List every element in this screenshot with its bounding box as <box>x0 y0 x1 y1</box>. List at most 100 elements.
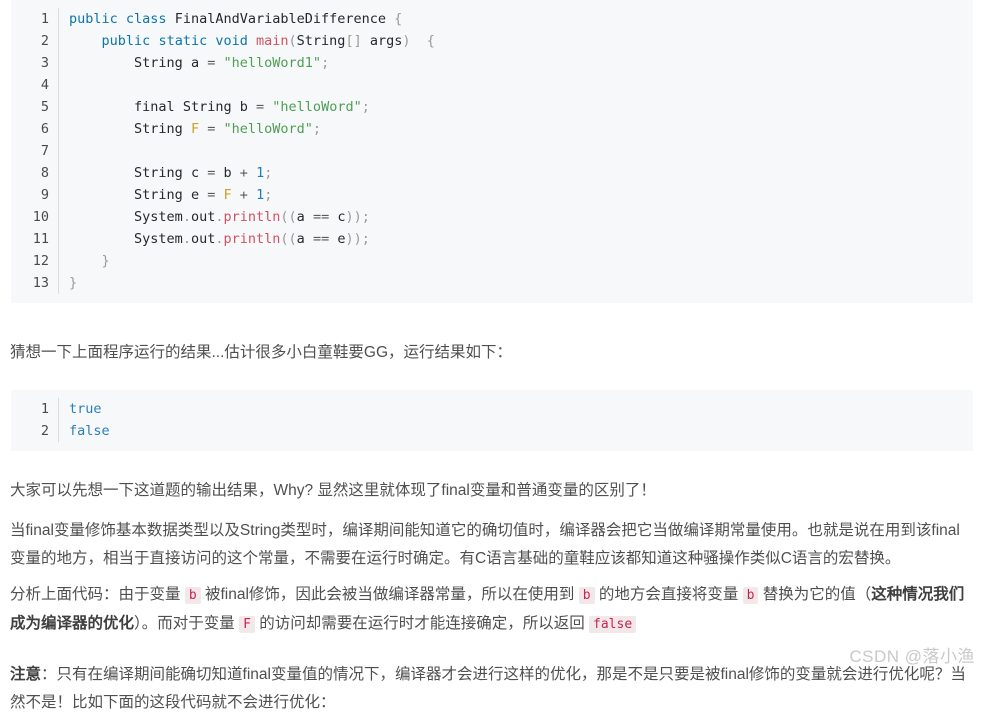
code-line-content: String F = "helloWord"; <box>58 118 973 140</box>
code-line-content: } <box>58 250 973 272</box>
inline-code-b: b <box>184 587 201 604</box>
line-number: 13 <box>32 275 49 291</box>
code-line-content: final String b = "helloWord"; <box>58 96 973 118</box>
token-punctuation: [] <box>345 33 362 49</box>
token-punctuation: )); <box>345 209 370 225</box>
code-line-row: 13 } <box>11 272 973 294</box>
line-number: 11 <box>32 231 49 247</box>
token-operator: = <box>207 121 216 137</box>
token-identifier: a <box>296 209 305 225</box>
line-number: 7 <box>40 143 49 159</box>
line-number: 5 <box>40 99 49 115</box>
line-number: 8 <box>40 165 49 181</box>
token-identifier: System <box>134 231 183 247</box>
token-operator: + <box>239 187 248 203</box>
token-operator: = <box>207 165 216 181</box>
token-class-name: FinalAndVariableDifference <box>174 11 387 27</box>
token-punctuation: ; <box>321 55 330 71</box>
token-identifier: e <box>190 187 200 203</box>
token-type: String <box>134 165 183 181</box>
token-function: println <box>223 231 281 247</box>
token-keyword: class <box>125 11 167 27</box>
token-type: String <box>134 187 183 203</box>
code-line-content: } <box>58 272 973 294</box>
code-line-row: 8 String c = b + 1; <box>11 162 973 184</box>
token-variable: F <box>223 187 232 203</box>
inline-code-false: false <box>589 616 637 633</box>
code-line-row: 2 public static void main(String[] args)… <box>11 30 973 52</box>
token-variable: F <box>190 121 200 137</box>
code-line-row: 7 <box>11 140 973 162</box>
token-punctuation: { <box>394 11 403 27</box>
token-string: "helloWord1" <box>223 55 322 71</box>
line-number: 3 <box>40 55 49 71</box>
token-punctuation: { <box>426 33 435 49</box>
article-page: 1 public class FinalAndVariableDifferenc… <box>0 0 989 711</box>
code-line-row: 2 false <box>11 420 973 442</box>
token-keyword: public <box>69 11 118 27</box>
code-line-row: 5 final String b = "helloWord"; <box>11 96 973 118</box>
note-text: ：只有在编译期间能确切知道final变量值的情况下，编译器才会进行这样的优化，那… <box>10 666 966 711</box>
paragraph-code-analysis: 分析上面代码：由于变量 b 被final修饰，因此会被当做编译器常量，所以在使用… <box>0 581 989 639</box>
token-punctuation: } <box>101 253 110 269</box>
paragraph-guess-result: 猜想一下上面程序运行的结果...估计很多小白童鞋要GG，运行结果如下： <box>10 344 513 361</box>
code-line-row: 10 System.out.println((a == c)); <box>11 206 973 228</box>
token-punctuation: (( <box>280 209 297 225</box>
analysis-segment: ）。而对于变量 <box>134 615 240 632</box>
token-identifier: out <box>190 231 216 247</box>
code-line-content: System.out.println((a == e)); <box>58 228 973 250</box>
code-line-content: String a = "helloWord1"; <box>58 52 973 74</box>
code-line-row: 9 String e = F + 1; <box>11 184 973 206</box>
code-line-content: public class FinalAndVariableDifference … <box>58 8 973 30</box>
token-type: String <box>296 33 346 49</box>
token-punctuation: . <box>182 209 191 225</box>
paragraph-think-output: 大家可以先想一下这道题的输出结果，Why? 显然这里就体现了final变量和普通… <box>10 482 656 499</box>
token-punctuation: ) <box>402 33 411 49</box>
paragraph-note: 注意：只有在编译期间能确切知道final变量值的情况下，编译器才会进行这样的优化… <box>0 661 989 717</box>
token-identifier: out <box>190 209 216 225</box>
token-type: String <box>134 55 183 71</box>
note-label: 注意 <box>10 666 42 683</box>
analysis-segment: 被final修饰，因此会被当做编译器常量，所以在使用到 <box>200 586 579 603</box>
token-operator: = <box>207 55 216 71</box>
token-identifier: System <box>134 209 183 225</box>
line-number: 4 <box>40 77 49 93</box>
token-punctuation: . <box>182 231 191 247</box>
code-line-row: 3 String a = "helloWord1"; <box>11 52 973 74</box>
line-number: 12 <box>32 253 49 269</box>
code-line-content: public static void main(String[] args) { <box>58 30 973 52</box>
line-number: 9 <box>40 187 49 203</box>
token-type: String <box>134 121 183 137</box>
token-type: String <box>182 99 232 115</box>
code-line-content <box>58 140 973 162</box>
line-number: 6 <box>40 121 49 137</box>
code-block-java[interactable]: 1 public class FinalAndVariableDifferenc… <box>11 0 973 303</box>
token-function: println <box>223 209 281 225</box>
token-number: 1 <box>256 165 265 181</box>
token-keyword: void <box>215 33 248 49</box>
token-punctuation: } <box>69 275 78 291</box>
token-operator: == <box>312 231 330 247</box>
line-number: 1 <box>40 11 49 27</box>
token-identifier: a <box>190 55 200 71</box>
analysis-segment: 的访问却需要在运行时才能连接确定，所以返回 <box>254 615 590 632</box>
token-punctuation: ( <box>288 33 297 49</box>
token-punctuation: ; <box>264 187 273 203</box>
token-punctuation: (( <box>280 231 297 247</box>
token-operator: == <box>312 209 330 225</box>
token-punctuation: ; <box>361 99 370 115</box>
code-line-row: 4 <box>11 74 973 96</box>
token-identifier: a <box>296 231 305 247</box>
code-block-output[interactable]: 1 true 2 false <box>11 390 973 451</box>
inline-code-b: b <box>742 587 759 604</box>
inline-code-b: b <box>578 587 595 604</box>
inline-code-F: F <box>239 616 255 633</box>
code-line-content: String e = F + 1; <box>58 184 973 206</box>
code-line-content: System.out.println((a == c)); <box>58 206 973 228</box>
